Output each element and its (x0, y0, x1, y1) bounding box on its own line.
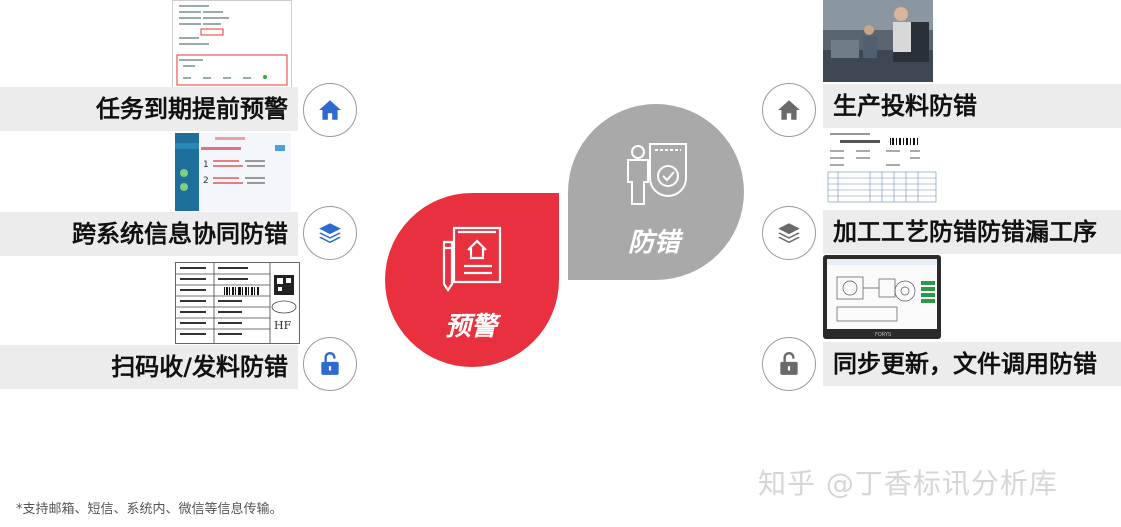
warning-label: 预警 (445, 312, 498, 342)
barcode-label-thumbnail: HF (175, 262, 300, 344)
home-icon (778, 100, 800, 120)
proofing-label: 防错 (628, 228, 681, 258)
svg-text:1: 1 (203, 160, 209, 170)
tablet-drawing-thumbnail: FORYS (823, 255, 941, 339)
left-icon-circle-2 (303, 206, 357, 260)
left-label-1: 任务到期提前预警 (96, 95, 288, 123)
barcode-tag-text: HF (274, 319, 292, 332)
layers-icon (319, 223, 341, 244)
system-thumbnail: 1 2 (175, 133, 291, 211)
center-petals (385, 104, 744, 367)
right-icon-circle-3 (762, 337, 816, 391)
process-card-graphic (827, 133, 937, 203)
tablet-drawing-graphic: FORYS (827, 259, 937, 338)
left-icon-circle-3 (303, 337, 357, 391)
right-label-3: 同步更新，文件调用防错 (833, 350, 1097, 378)
right-label-2: 加工工艺防错防错漏工序 (833, 218, 1097, 246)
process-card-thumbnail (826, 130, 938, 204)
barcode-label-graphic: HF (176, 263, 297, 343)
left-icon-circle-1 (303, 83, 357, 137)
left-label-3: 扫码收/发料防错 (111, 353, 288, 381)
workshop-photo (823, 0, 933, 82)
svg-text:2: 2 (203, 176, 209, 186)
footnote: *支持邮箱、短信、系统内、微信等信息传输。 (16, 502, 283, 517)
document-edit-icon (442, 226, 502, 292)
worker-shield-icon (627, 143, 687, 205)
unlock-icon (321, 351, 339, 375)
watermark: 知乎 @丁香标讯分析库 (758, 467, 1058, 500)
right-icon-circle-1 (762, 83, 816, 137)
layers-icon (778, 223, 800, 244)
right-label-1: 生产投料防错 (833, 92, 977, 120)
task-form-graphic (176, 5, 288, 86)
left-label-2: 跨系统信息协同防错 (72, 220, 288, 248)
system-graphic: 1 2 (175, 133, 285, 211)
right-icon-circle-2 (762, 206, 816, 260)
unlock-icon (780, 351, 798, 375)
machine-brand-text: FORYS (875, 332, 891, 338)
task-form-thumbnail (172, 0, 292, 88)
home-icon (319, 100, 341, 120)
workshop-photo-graphic (823, 0, 933, 82)
